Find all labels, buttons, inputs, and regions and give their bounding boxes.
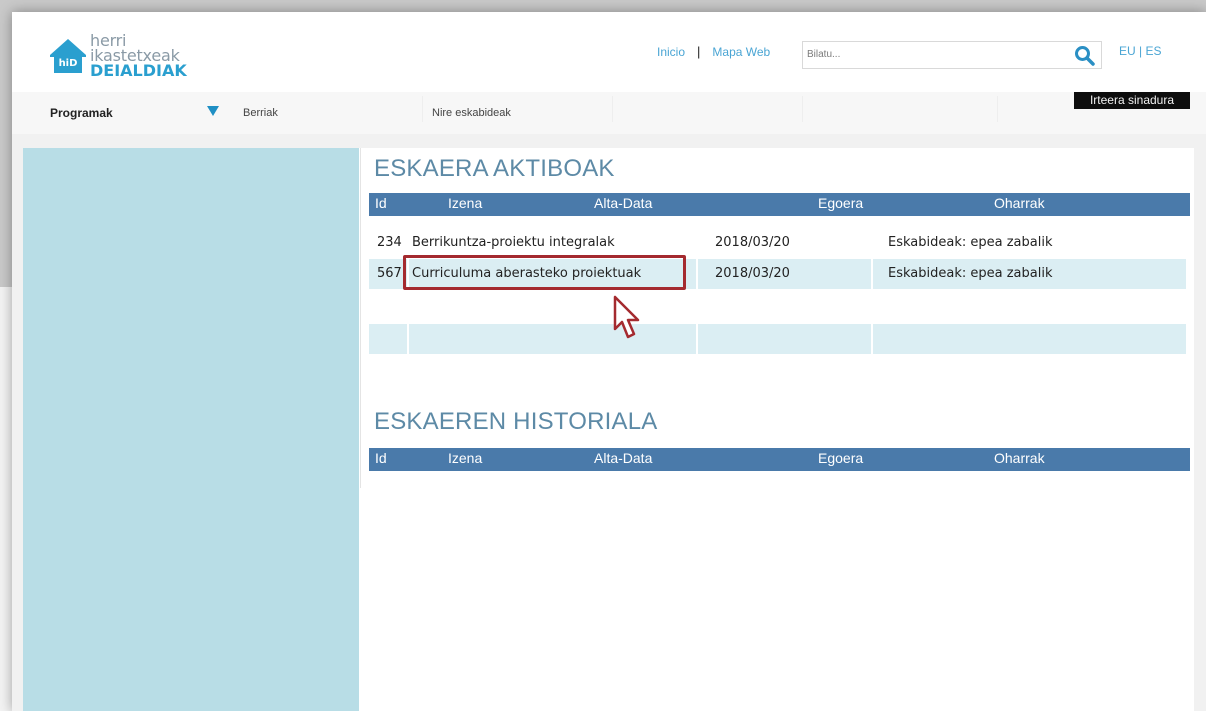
link-inicio[interactable]: Inicio	[657, 45, 685, 59]
column-header-izena: Izena	[448, 450, 483, 466]
cell-egoera: Eskabideak: epea zabalik	[888, 235, 1053, 250]
nav-divider	[997, 96, 998, 122]
highlight-annotation	[403, 255, 686, 290]
logout-button[interactable]: Irteera sinadura	[1074, 92, 1190, 109]
logo-line-deialdiak: DEIALDIAK	[90, 60, 187, 80]
column-header-izena: Izena	[448, 195, 483, 211]
main-nav: Programak Berriak Nire eskabideak Irteer…	[12, 92, 1206, 134]
column-header-oharrak: Oharrak	[994, 195, 1045, 211]
caret-down-icon[interactable]	[207, 106, 219, 116]
table-row-empty	[369, 324, 1186, 354]
main-content: ESKAERA AKTIBOAK Id Izena Alta-Data Egoe…	[359, 148, 1194, 711]
cell-divider	[871, 324, 873, 354]
site-header: hiD herri ikastetxeak DEIALDIAK Inicio | M…	[12, 12, 1206, 88]
cell-divider	[696, 259, 698, 289]
column-header-egoera: Egoera	[818, 195, 864, 211]
browser-page: hiD herri ikastetxeak DEIALDIAK Inicio | M…	[12, 12, 1206, 711]
link-separator: |	[697, 44, 701, 59]
nav-item-nire-eskabideak[interactable]: Nire eskabideak	[432, 92, 511, 134]
pointer-cursor-icon	[613, 295, 640, 339]
sidebar	[23, 148, 359, 711]
history-table-header: Id Izena Alta-Data Egoera Oharrak	[369, 448, 1190, 471]
active-requests-table-header: Id Izena Alta-Data Egoera Oharrak	[369, 193, 1190, 216]
nav-item-programak[interactable]: Programak	[50, 92, 113, 134]
table-row[interactable]: 234 Berrikuntza-proiektu integralak 2018…	[369, 228, 1186, 258]
cell-egoera: Eskabideak: epea zabalik	[888, 266, 1053, 281]
cell-divider	[871, 259, 873, 289]
column-header-alta-data: Alta-Data	[594, 450, 653, 466]
cell-divider	[407, 324, 409, 354]
nav-divider	[612, 96, 613, 122]
cell-izena[interactable]: Berrikuntza-proiektu integralak	[412, 228, 702, 258]
search-icon[interactable]	[1074, 45, 1095, 66]
column-header-alta-data: Alta-Data	[594, 195, 653, 211]
site-logo[interactable]: hiD herri ikastetxeak DEIALDIAK	[48, 26, 187, 84]
column-header-egoera: Egoera	[818, 450, 864, 466]
cell-id: 234	[377, 235, 402, 250]
cell-divider	[696, 324, 698, 354]
column-header-oharrak: Oharrak	[994, 450, 1045, 466]
logo-badge: hiD	[59, 58, 78, 69]
top-links: Inicio | Mapa Web	[657, 44, 770, 59]
nav-divider	[422, 96, 423, 122]
page-body: ESKAERA AKTIBOAK Id Izena Alta-Data Egoe…	[12, 134, 1206, 711]
logo-house-icon: hiD	[48, 33, 88, 77]
nav-divider	[802, 96, 803, 122]
column-header-id: Id	[375, 450, 387, 466]
active-requests-title: ESKAERA AKTIBOAK	[374, 155, 615, 182]
column-header-id: Id	[375, 195, 387, 211]
link-mapa-web[interactable]: Mapa Web	[712, 45, 770, 59]
cell-alta-data: 2018/03/20	[715, 266, 790, 281]
search-input[interactable]	[803, 42, 1057, 66]
history-title: ESKAEREN HISTORIALA	[374, 408, 658, 435]
cell-alta-data: 2018/03/20	[715, 235, 790, 250]
nav-item-berriak[interactable]: Berriak	[243, 92, 278, 134]
language-switcher[interactable]: EU | ES	[1119, 44, 1161, 58]
content-left-rule	[360, 148, 361, 488]
search-box	[802, 41, 1102, 69]
